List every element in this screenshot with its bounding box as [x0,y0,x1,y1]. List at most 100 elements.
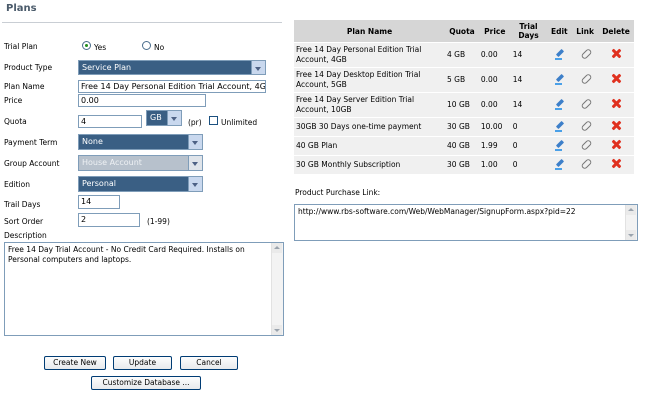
delete-icon[interactable] [611,158,622,169]
trial-plan-no-label: No [154,43,165,52]
table-row[interactable]: Free 14 Day Personal Edition Trial Accou… [294,42,634,68]
update-button[interactable]: Update [113,356,172,370]
price-cell: 10.00 [478,117,511,137]
trial-days-cell: 0 [510,117,547,137]
delete-icon[interactable] [611,48,622,59]
delete-icon[interactable] [611,98,622,109]
sort-order-hint: (1-99) [147,217,170,226]
product-type-value: Service Plan [82,63,132,72]
product-type-label: Product Type [4,63,53,72]
quota-label: Quota [4,117,27,126]
chevron-down-icon [251,61,265,74]
description-scrollbar[interactable] [271,243,283,335]
edition-value: Personal [82,179,117,188]
plan-name-cell: Free 14 Day Desktop Edition Trial Accoun… [294,67,446,93]
trial-days-cell: 0 [510,155,547,174]
edit-icon[interactable] [554,98,565,110]
link-icon[interactable] [580,120,591,131]
payment-term-value: None [82,137,103,146]
link-icon[interactable] [580,158,591,169]
purchase-link-textarea[interactable]: http://www.rbs-software.com/Web/WebManag… [294,204,638,241]
link-icon[interactable] [580,139,591,150]
heading-divider [2,22,282,23]
payment-term-select[interactable]: None [78,134,203,150]
purchase-link-scrollbar[interactable] [625,205,637,240]
quota-cell: 4 GB [445,42,479,68]
purchase-link-label: Product Purchase Link: [295,188,381,197]
edit-icon[interactable] [554,73,565,85]
table-row[interactable]: 30 GB Monthly Subscription 30 GB 1.00 0 [294,155,634,174]
table-row[interactable]: Free 14 Day Server Edition Trial Account… [294,92,634,118]
trial-plan-label: Trial Plan [4,42,38,51]
price-cell: 1.00 [478,155,511,174]
link-icon[interactable] [580,73,591,84]
trial-days-cell: 14 [510,67,547,93]
plan-name-cell: Free 14 Day Server Edition Trial Account… [294,92,446,118]
price-cell: 1.99 [478,136,511,156]
quota-cell: 5 GB [445,67,479,93]
scroll-down-icon[interactable] [626,230,636,240]
create-new-button[interactable]: Create New [44,356,106,370]
plans-table: Plan Name Quota Price Trial Days Edit Li… [294,20,634,174]
edit-icon[interactable] [554,120,565,132]
plan-name-cell: Free 14 Day Personal Edition Trial Accou… [294,42,446,68]
table-row[interactable]: 30GB 30 Days one-time payment 30 GB 10.0… [294,117,634,137]
page-title: Plans [6,3,37,14]
plan-name-cell: 30GB 30 Days one-time payment [294,117,446,137]
price-cell: 0.00 [478,92,511,118]
description-text: Free 14 Day Trial Account - No Credit Ca… [8,245,245,264]
edit-icon[interactable] [554,158,565,170]
delete-icon[interactable] [611,139,622,150]
delete-icon[interactable] [611,73,622,84]
quota-unit-select[interactable]: GB [146,110,182,126]
unlimited-checkbox[interactable] [209,116,218,125]
trail-days-input[interactable]: 14 [78,195,120,209]
trial-days-cell: 0 [510,136,547,156]
chevron-down-icon [167,111,181,125]
col-price: Price [478,20,511,43]
description-label: Description [4,231,47,240]
unlimited-label: Unlimited [221,118,258,127]
trial-plan-no-radio[interactable] [142,41,151,50]
link-icon[interactable] [580,98,591,109]
trial-plan-yes-label: Yes [94,43,107,52]
col-plan-name: Plan Name [294,20,446,43]
trail-days-label: Trail Days [4,200,41,209]
quota-unit-value: GB [150,113,162,122]
scroll-down-icon[interactable] [272,325,282,335]
table-row[interactable]: Free 14 Day Desktop Edition Trial Accoun… [294,67,634,93]
plan-name-label: Plan Name [4,82,45,91]
col-edit: Edit [546,20,573,43]
edition-select[interactable]: Personal [78,176,203,192]
col-quota: Quota [445,20,479,43]
scroll-up-icon[interactable] [626,205,636,215]
col-link: Link [572,20,599,43]
table-header-row: Plan Name Quota Price Trial Days Edit Li… [294,20,634,43]
sort-order-label: Sort Order [4,217,44,226]
group-account-label: Group Account [4,159,60,168]
col-delete: Delete [598,20,634,43]
quota-cell: 30 GB [445,117,479,137]
trial-plan-yes-radio[interactable] [82,41,91,50]
edit-icon[interactable] [554,48,565,60]
product-type-select[interactable]: Service Plan [78,60,266,75]
description-textarea[interactable]: Free 14 Day Trial Account - No Credit Ca… [4,242,284,336]
plan-name-input[interactable]: Free 14 Day Personal Edition Trial Accou… [78,80,266,93]
quota-input[interactable]: 4 [78,115,142,128]
price-input[interactable]: 0.00 [78,94,206,107]
trial-days-cell: 14 [510,42,547,68]
table-row[interactable]: 40 GB Plan 40 GB 1.99 0 [294,136,634,156]
chevron-down-icon [188,177,202,191]
price-cell: 0.00 [478,67,511,93]
payment-term-label: Payment Term [4,138,58,147]
trial-days-cell: 14 [510,92,547,118]
delete-icon[interactable] [611,120,622,131]
customize-database-button[interactable]: Customize Database ... [91,376,201,390]
col-trial-days: Trial Days [510,20,547,43]
link-icon[interactable] [580,48,591,59]
cancel-button[interactable]: Cancel [180,356,238,370]
edit-icon[interactable] [554,139,565,151]
sort-order-input[interactable]: 2 [78,213,140,227]
group-account-select[interactable]: House Account [78,155,203,171]
scroll-up-icon[interactable] [272,243,282,253]
